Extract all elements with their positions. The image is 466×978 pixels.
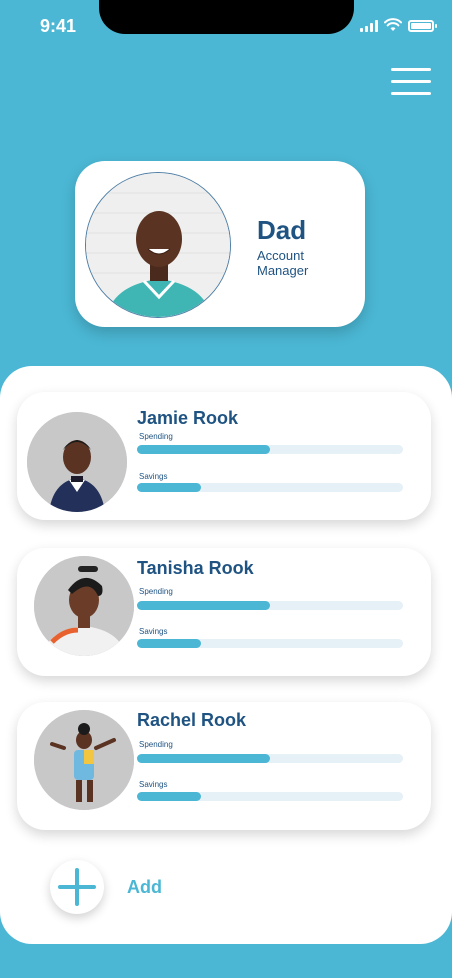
child-avatar: [34, 710, 134, 810]
child-avatar: [34, 556, 134, 656]
phone-screen: 9:41 Dad Account Manager Jamie Rook Spen…: [0, 0, 452, 978]
savings-bar: [137, 639, 403, 648]
wifi-icon: [384, 18, 402, 31]
savings-bar: [137, 792, 403, 801]
spending-label: Spending: [139, 740, 173, 749]
child-avatar: [27, 412, 127, 512]
signal-icon: [360, 20, 378, 32]
parent-role: Account Manager: [257, 248, 309, 278]
parent-avatar: [85, 172, 231, 318]
child-card-jamie[interactable]: Jamie Rook Spending Savings: [17, 392, 431, 520]
savings-bar-fill: [137, 639, 201, 648]
spending-bar: [137, 754, 403, 763]
parent-name: Dad: [257, 215, 307, 245]
spending-bar-fill: [137, 601, 270, 610]
notch: [99, 0, 354, 34]
parent-card[interactable]: Dad Account Manager: [75, 161, 365, 327]
savings-label: Savings: [139, 627, 168, 636]
child-avatar-icon: [34, 556, 134, 656]
status-icons: [360, 18, 437, 32]
spending-label: Spending: [139, 432, 173, 441]
menu-icon[interactable]: [391, 68, 431, 96]
add-label[interactable]: Add: [127, 877, 162, 898]
savings-bar-fill: [137, 483, 201, 492]
child-name: Rachel Rook: [137, 710, 247, 730]
battery-icon: [408, 20, 437, 32]
child-card-tanisha[interactable]: Tanisha Rook Spending Savings: [17, 548, 431, 676]
savings-label: Savings: [139, 780, 168, 789]
child-card-rachel[interactable]: Rachel Rook Spending Savings: [17, 702, 431, 830]
spending-bar-fill: [137, 754, 270, 763]
add-child-button[interactable]: [50, 860, 104, 914]
person-avatar-icon: [86, 173, 230, 317]
spending-label: Spending: [139, 587, 173, 596]
savings-bar: [137, 483, 403, 492]
child-name: Tanisha Rook: [137, 558, 254, 578]
spending-bar: [137, 445, 403, 454]
spending-bar: [137, 601, 403, 610]
child-avatar-icon: [34, 710, 134, 810]
child-name: Jamie Rook: [137, 408, 239, 428]
child-avatar-icon: [27, 412, 127, 512]
savings-bar-fill: [137, 792, 201, 801]
status-time: 9:41: [40, 16, 77, 36]
spending-bar-fill: [137, 445, 270, 454]
savings-label: Savings: [139, 472, 168, 481]
